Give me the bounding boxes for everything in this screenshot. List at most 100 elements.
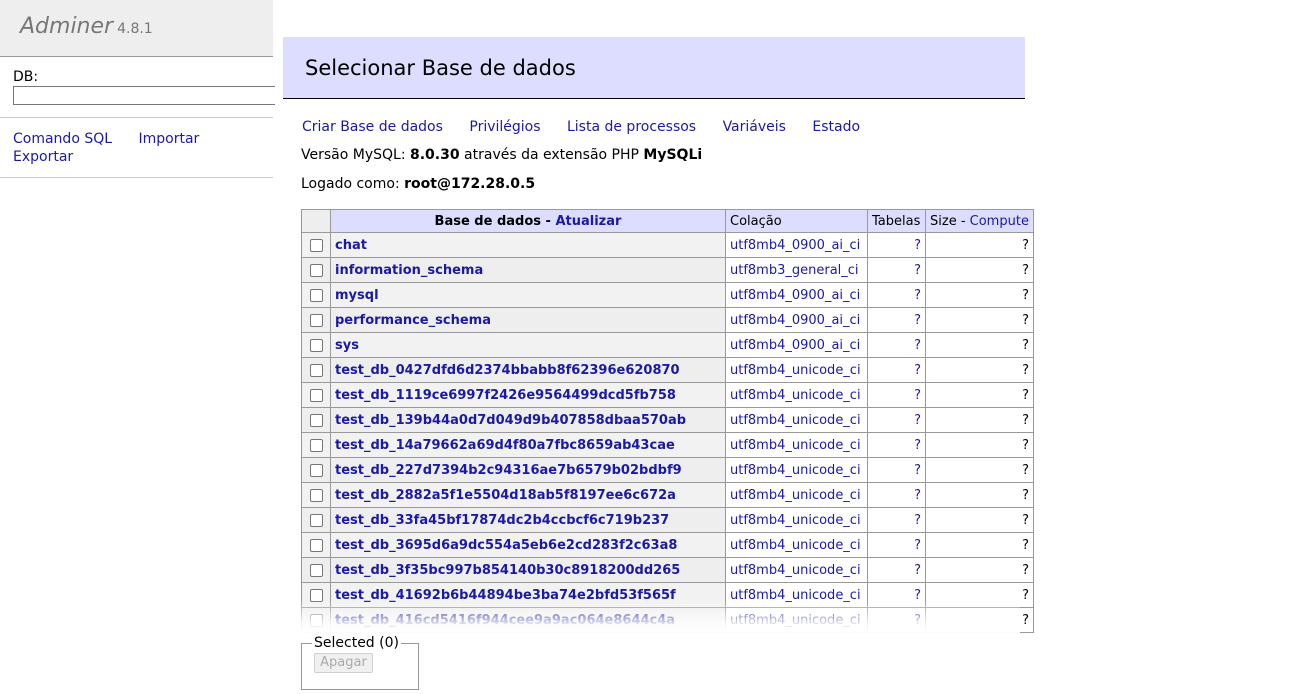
- row-checkbox[interactable]: [309, 288, 323, 302]
- size-column-header: Size - Compute: [925, 209, 1034, 233]
- tables-count-link[interactable]: ?: [914, 538, 921, 553]
- collation-link[interactable]: utf8mb4_0900_ai_ci: [730, 288, 860, 303]
- database-link[interactable]: test_db_3695d6a9dc554a5eb6e2cd283f2c63a8: [335, 538, 677, 553]
- refresh-link[interactable]: Atualizar: [555, 214, 621, 229]
- tables-count-link[interactable]: ?: [914, 463, 921, 478]
- row-checkbox[interactable]: [309, 438, 323, 452]
- tables-count-link[interactable]: ?: [914, 513, 921, 528]
- table-row: test_db_227d7394b2c94316ae7b6579b02bdbf9…: [301, 457, 1034, 483]
- database-name-cell: test_db_227d7394b2c94316ae7b6579b02bdbf9: [330, 457, 726, 483]
- database-link[interactable]: performance_schema: [335, 313, 491, 328]
- database-column-header: Base de dados - Atualizar: [330, 209, 726, 233]
- tables-count-link[interactable]: ?: [914, 338, 921, 353]
- sql-command-link[interactable]: Comando SQL: [13, 131, 112, 147]
- database-link[interactable]: test_db_3f35bc997b854140b30c8918200dd265: [335, 563, 680, 578]
- tables-cell: ?: [867, 532, 926, 558]
- row-checkbox[interactable]: [309, 413, 323, 427]
- collation-link[interactable]: utf8mb3_general_ci: [730, 263, 859, 278]
- tables-count-link[interactable]: ?: [914, 563, 921, 578]
- tables-count-link[interactable]: ?: [914, 488, 921, 503]
- row-checkbox[interactable]: [309, 488, 323, 502]
- tables-count-link[interactable]: ?: [914, 238, 921, 253]
- collation-link[interactable]: utf8mb4_unicode_ci: [730, 363, 861, 378]
- db-label: DB:: [13, 69, 39, 85]
- create-database-link[interactable]: Criar Base de dados: [302, 119, 443, 135]
- database-name-cell: test_db_139b44a0d7d049d9b407858dbaa570ab: [330, 407, 726, 433]
- database-link[interactable]: test_db_139b44a0d7d049d9b407858dbaa570ab: [335, 413, 686, 428]
- mysql-version: 8.0.30: [410, 147, 460, 163]
- adminer-logo-link[interactable]: Adminer: [20, 14, 113, 39]
- tables-count-link[interactable]: ?: [914, 363, 921, 378]
- database-link[interactable]: test_db_33fa45bf17874dc2b4ccbcf6c719b237: [335, 513, 669, 528]
- privileges-link[interactable]: Privilégios: [469, 119, 540, 135]
- database-link[interactable]: test_db_2882a5f1e5504d18ab5f8197ee6c672a: [335, 488, 676, 503]
- database-name-cell: mysql: [330, 282, 726, 308]
- import-link[interactable]: Importar: [139, 131, 200, 147]
- tables-count-link[interactable]: ?: [914, 288, 921, 303]
- export-link[interactable]: Exportar: [13, 149, 73, 165]
- database-link[interactable]: sys: [335, 338, 359, 353]
- table-row: chat utf8mb4_0900_ai_ci??: [301, 232, 1034, 258]
- table-row: test_db_3f35bc997b854140b30c8918200dd265…: [301, 557, 1034, 583]
- tables-cell: ?: [867, 357, 926, 383]
- status-link[interactable]: Estado: [812, 119, 860, 135]
- row-checkbox[interactable]: [309, 388, 323, 402]
- database-link[interactable]: test_db_1119ce6997f2426e9564499dcd5fb758: [335, 388, 676, 403]
- compute-link[interactable]: Compute: [970, 214, 1029, 229]
- row-checkbox[interactable]: [309, 238, 323, 252]
- row-checkbox[interactable]: [309, 463, 323, 477]
- database-link[interactable]: information_schema: [335, 263, 483, 278]
- select-all-cell: [301, 209, 331, 233]
- delete-button[interactable]: Apagar: [314, 653, 373, 673]
- tables-cell: ?: [867, 307, 926, 333]
- version-label: 4.8.1: [117, 21, 153, 37]
- row-checkbox[interactable]: [309, 338, 323, 352]
- size-cell: ?: [925, 432, 1034, 458]
- database-name-cell: test_db_0427dfd6d2374bbabb8f62396e620870: [330, 357, 726, 383]
- collation-link[interactable]: utf8mb4_0900_ai_ci: [730, 338, 860, 353]
- row-checkbox[interactable]: [309, 313, 323, 327]
- action-links: Criar Base de dados Privilégios Lista de…: [302, 119, 1025, 135]
- database-link[interactable]: mysql: [335, 288, 379, 303]
- collation-link[interactable]: utf8mb4_0900_ai_ci: [730, 313, 860, 328]
- row-checkbox[interactable]: [309, 263, 323, 277]
- database-link[interactable]: test_db_0427dfd6d2374bbabb8f62396e620870: [335, 363, 680, 378]
- tables-count-link[interactable]: ?: [914, 413, 921, 428]
- collation-link[interactable]: utf8mb4_unicode_ci: [730, 438, 861, 453]
- sidebar-header: Adminer 4.8.1: [0, 0, 273, 57]
- tables-count-link[interactable]: ?: [914, 313, 921, 328]
- row-checkbox[interactable]: [309, 563, 323, 577]
- collation-link[interactable]: utf8mb4_unicode_ci: [730, 463, 861, 478]
- collation-link[interactable]: utf8mb4_unicode_ci: [730, 513, 861, 528]
- collation-link[interactable]: utf8mb4_unicode_ci: [730, 388, 861, 403]
- process-list-link[interactable]: Lista de processos: [567, 119, 696, 135]
- collation-link[interactable]: utf8mb4_0900_ai_ci: [730, 238, 860, 253]
- selection-fieldset: Selected (0) Apagar: [301, 635, 419, 690]
- database-link[interactable]: test_db_227d7394b2c94316ae7b6579b02bdbf9: [335, 463, 682, 478]
- collation-cell: utf8mb4_unicode_ci: [725, 457, 868, 483]
- row-checkbox-cell: [301, 507, 331, 533]
- variables-link[interactable]: Variáveis: [723, 119, 786, 135]
- tables-count-link[interactable]: ?: [914, 263, 921, 278]
- collation-link[interactable]: utf8mb4_unicode_ci: [730, 413, 861, 428]
- collation-link[interactable]: utf8mb4_unicode_ci: [730, 538, 861, 553]
- collation-column-header: Colação: [725, 209, 868, 233]
- database-name-cell: test_db_33fa45bf17874dc2b4ccbcf6c719b237: [330, 507, 726, 533]
- database-link[interactable]: test_db_14a79662a69d4f80a7fbc8659ab43cae: [335, 438, 675, 453]
- database-link[interactable]: chat: [335, 238, 367, 253]
- row-checkbox-cell: [301, 307, 331, 333]
- row-checkbox-cell: [301, 357, 331, 383]
- database-name-cell: test_db_3695d6a9dc554a5eb6e2cd283f2c63a8: [330, 532, 726, 558]
- row-checkbox[interactable]: [309, 363, 323, 377]
- row-checkbox[interactable]: [309, 538, 323, 552]
- row-checkbox-cell: [301, 332, 331, 358]
- row-checkbox[interactable]: [309, 513, 323, 527]
- tables-count-link[interactable]: ?: [914, 438, 921, 453]
- collation-link[interactable]: utf8mb4_unicode_ci: [730, 563, 861, 578]
- collation-link[interactable]: utf8mb4_unicode_ci: [730, 488, 861, 503]
- row-checkbox-cell: [301, 382, 331, 408]
- table-row: test_db_33fa45bf17874dc2b4ccbcf6c719b237…: [301, 507, 1034, 533]
- db-select[interactable]: [13, 86, 275, 105]
- collation-cell: utf8mb3_general_ci: [725, 257, 868, 283]
- tables-count-link[interactable]: ?: [914, 388, 921, 403]
